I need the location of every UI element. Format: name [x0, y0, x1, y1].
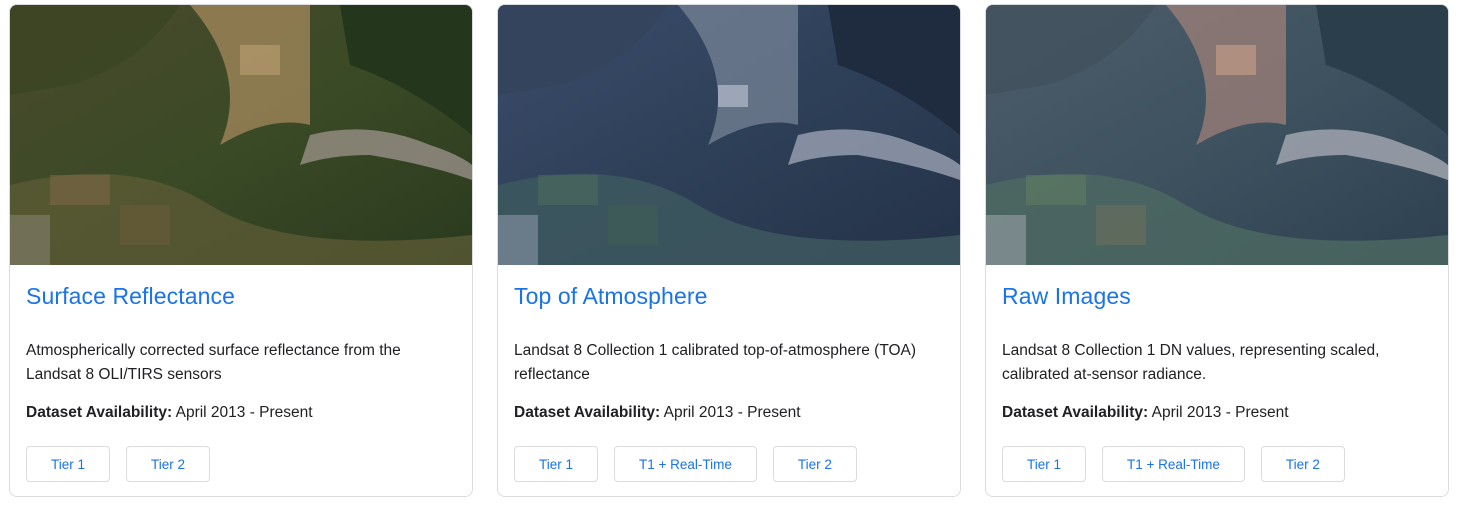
tier-2-button[interactable]: Tier 2: [1260, 446, 1345, 482]
tier-1-button[interactable]: Tier 1: [26, 446, 111, 482]
tier-1-button[interactable]: Tier 1: [514, 446, 599, 482]
dataset-availability: Dataset Availability: April 2013 - Prese…: [26, 403, 313, 423]
availability-value: April 2013 - Present: [660, 404, 801, 421]
tier-1-button[interactable]: Tier 1: [1002, 446, 1087, 482]
satellite-thumbnail[interactable]: [498, 5, 960, 265]
availability-label: Dataset Availability:: [26, 404, 173, 421]
dataset-card-top-of-atmosphere: Top of Atmosphere Landsat 8 Collection 1…: [497, 4, 961, 497]
card-title[interactable]: Raw Images: [1002, 283, 1131, 310]
tier-buttons: Tier 1 T1 + Real-Time Tier 2: [1002, 446, 1345, 482]
availability-label: Dataset Availability:: [514, 404, 661, 421]
tier-2-button[interactable]: Tier 2: [772, 446, 857, 482]
dataset-cards: Surface Reflectance Atmospherically corr…: [0, 0, 1460, 507]
tier-2-button[interactable]: Tier 2: [126, 446, 211, 482]
card-title[interactable]: Top of Atmosphere: [514, 283, 707, 310]
t1-real-time-button[interactable]: T1 + Real-Time: [1102, 446, 1245, 482]
availability-label: Dataset Availability:: [1002, 404, 1149, 421]
tier-buttons: Tier 1 Tier 2: [26, 446, 211, 482]
dataset-card-raw-images: Raw Images Landsat 8 Collection 1 DN val…: [985, 4, 1449, 497]
satellite-thumbnail[interactable]: [986, 5, 1448, 265]
dataset-card-surface-reflectance: Surface Reflectance Atmospherically corr…: [9, 4, 473, 497]
card-description: Atmospherically corrected surface reflec…: [26, 342, 401, 383]
availability-value: April 2013 - Present: [1148, 404, 1289, 421]
card-description: Landsat 8 Collection 1 calibrated top-of…: [514, 342, 917, 383]
availability-value: April 2013 - Present: [172, 404, 313, 421]
card-title[interactable]: Surface Reflectance: [26, 283, 235, 310]
t1-real-time-button[interactable]: T1 + Real-Time: [614, 446, 757, 482]
tier-buttons: Tier 1 T1 + Real-Time Tier 2: [514, 446, 857, 482]
card-description: Landsat 8 Collection 1 DN values, repres…: [1002, 342, 1380, 383]
dataset-availability: Dataset Availability: April 2013 - Prese…: [514, 403, 801, 423]
satellite-thumbnail[interactable]: [10, 5, 472, 265]
dataset-availability: Dataset Availability: April 2013 - Prese…: [1002, 403, 1289, 423]
